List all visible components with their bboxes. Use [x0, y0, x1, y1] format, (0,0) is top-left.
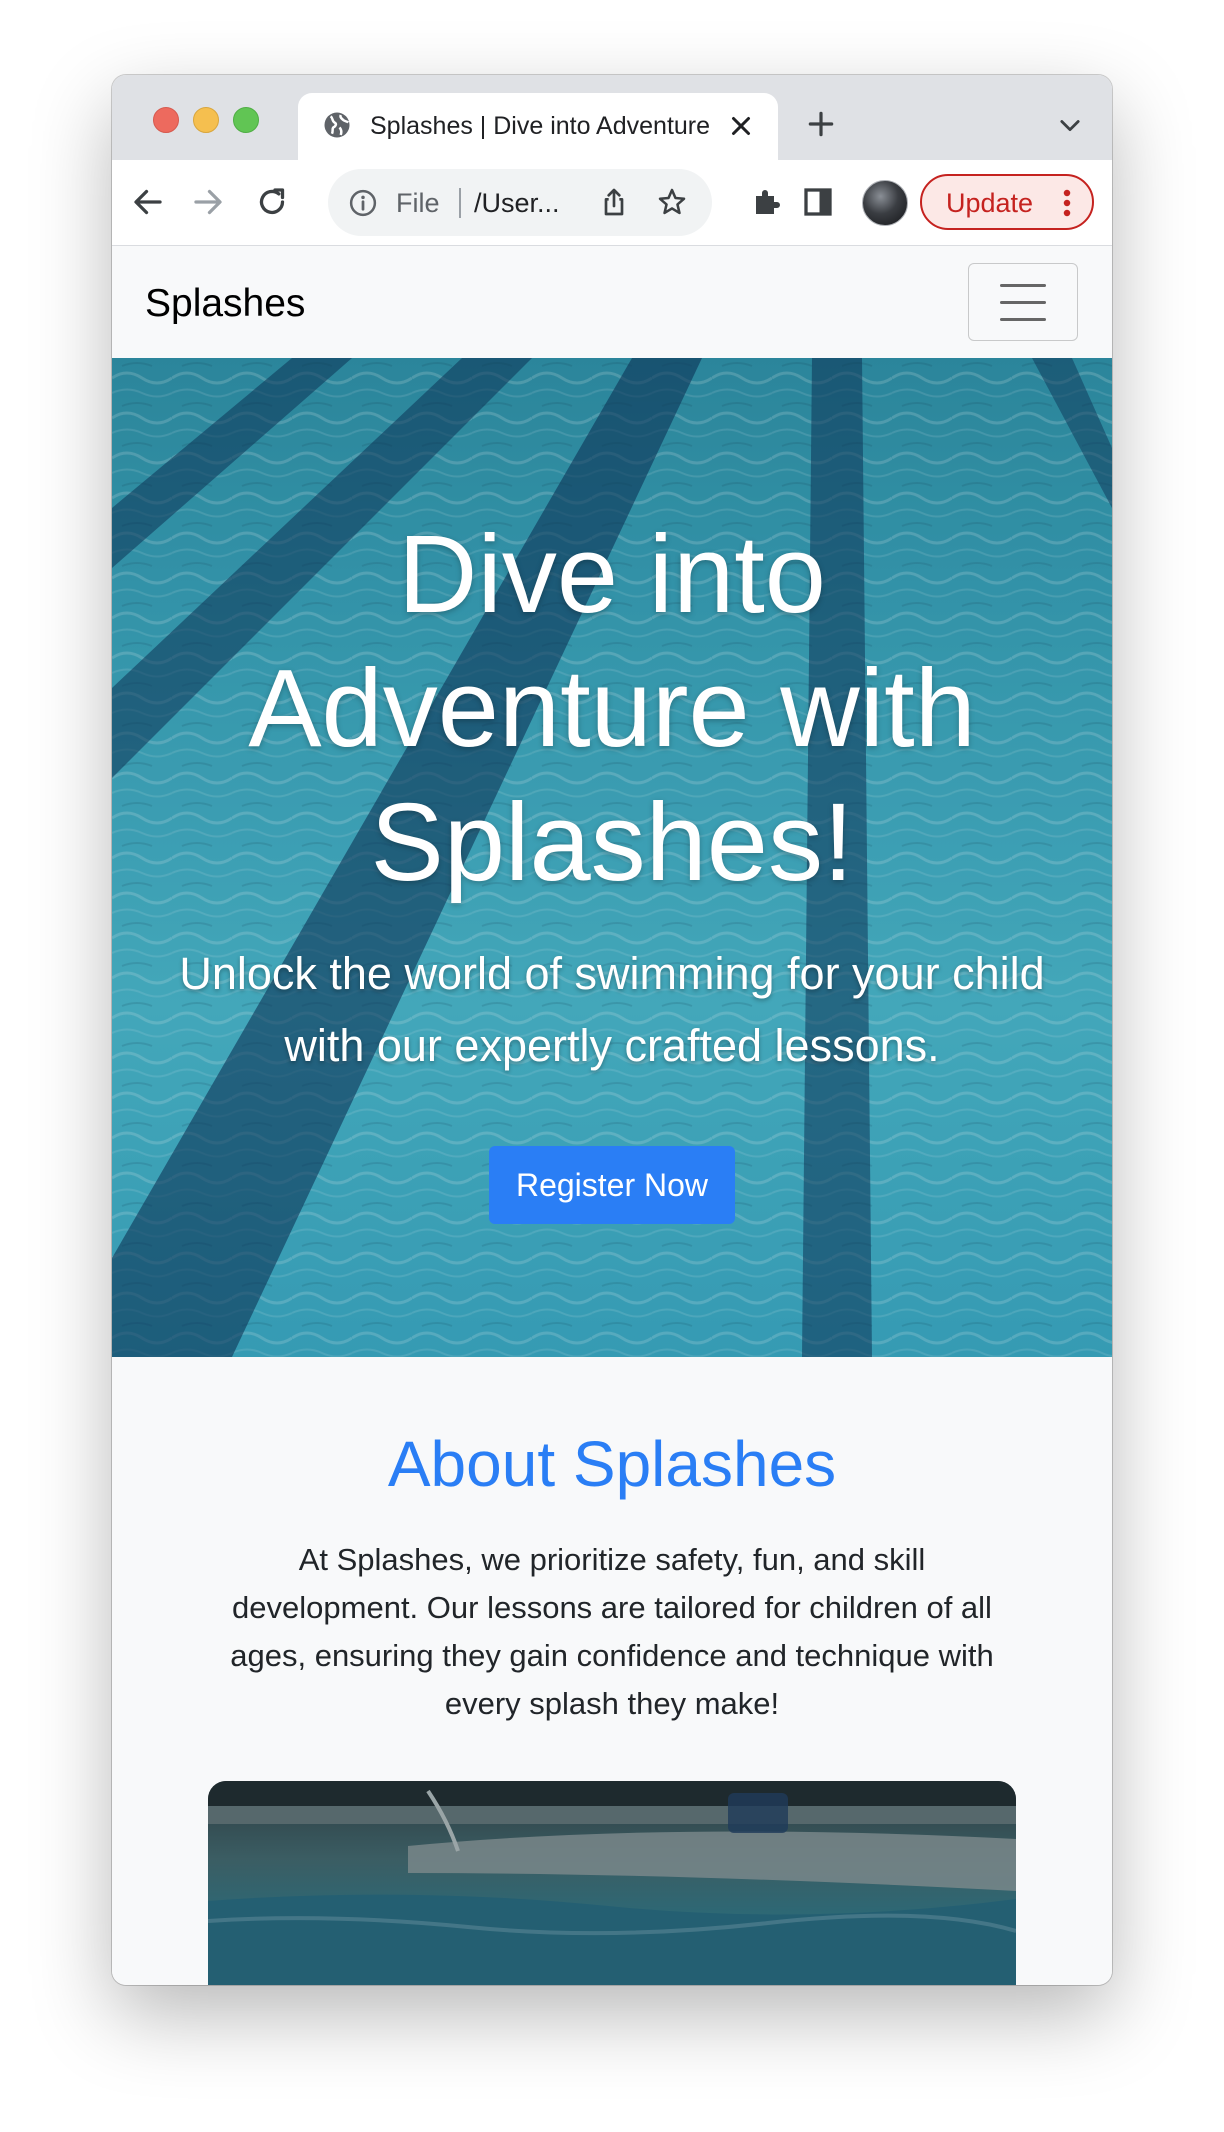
- chevron-down-icon[interactable]: [1056, 111, 1084, 139]
- address-bar[interactable]: File /User...: [328, 169, 712, 236]
- share-icon[interactable]: [598, 186, 630, 218]
- star-icon[interactable]: [656, 186, 688, 218]
- tab-strip: Splashes | Dive into Adventure: [112, 75, 1112, 160]
- close-window-button[interactable]: [153, 107, 179, 133]
- maximize-window-button[interactable]: [233, 107, 259, 133]
- navbar-brand[interactable]: Splashes: [145, 281, 305, 327]
- reload-icon[interactable]: [254, 184, 290, 220]
- hero-subtitle: Unlock the world of swimming for your ch…: [179, 948, 1045, 1071]
- pool-photo-graphic: [208, 1781, 1016, 1985]
- update-button[interactable]: Update: [920, 174, 1094, 230]
- tab-title: Splashes | Dive into Adventure: [370, 112, 710, 140]
- close-icon[interactable]: [726, 111, 756, 141]
- address-url[interactable]: /User...: [474, 185, 604, 221]
- browser-window: Splashes | Dive into Adventure File /Use…: [112, 75, 1112, 1985]
- navbar-toggle-button[interactable]: [968, 263, 1078, 341]
- hamburger-icon-bar: [1000, 318, 1046, 321]
- browser-toolbar: File /User... Update: [112, 160, 1112, 246]
- more-vertical-icon[interactable]: [1060, 188, 1074, 218]
- avatar[interactable]: [862, 180, 908, 226]
- site-navbar: Splashes: [112, 246, 1112, 358]
- info-icon[interactable]: [348, 188, 378, 218]
- swimming-child-photo: [208, 1781, 1016, 1985]
- hero-section: Dive into Adventure with Splashes! Unloc…: [112, 358, 1112, 1357]
- hero-title: Dive into Adventure with Splashes!: [248, 513, 976, 904]
- update-label: Update: [946, 188, 1034, 218]
- web-page: Splashes Dive into Adventure with Splash…: [112, 246, 1112, 1985]
- puzzle-icon[interactable]: [750, 184, 786, 220]
- arrow-right-icon[interactable]: [190, 184, 226, 220]
- register-now-button[interactable]: Register Now: [489, 1146, 735, 1224]
- arrow-left-icon[interactable]: [130, 184, 166, 220]
- side-panel-icon[interactable]: [800, 184, 836, 220]
- about-title: About Splashes: [387, 1428, 837, 1500]
- tab-active[interactable]: Splashes | Dive into Adventure: [298, 93, 778, 160]
- globe-icon: [324, 112, 350, 138]
- about-text: At Splashes, we prioritize safety, fun, …: [230, 1542, 994, 1721]
- minimize-window-button[interactable]: [193, 107, 219, 133]
- address-scheme: File: [396, 188, 440, 218]
- hamburger-icon-bar: [1000, 301, 1046, 304]
- address-separator: [459, 188, 461, 218]
- plus-icon[interactable]: [805, 108, 837, 140]
- hamburger-icon: [1000, 284, 1046, 287]
